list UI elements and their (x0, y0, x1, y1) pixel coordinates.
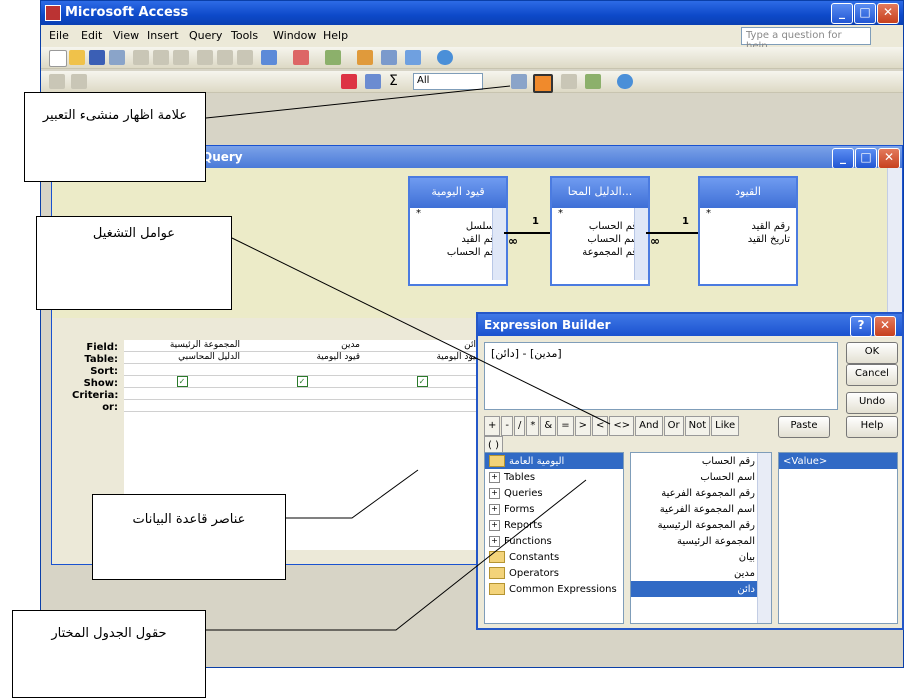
callout-builder-icon: علامة اظهار منشىء التعبير (24, 92, 206, 182)
callout-table-fields: حقول الجدول المختار (12, 610, 206, 698)
callout-db-elements: عناصر قاعدة البيانات (92, 494, 286, 580)
leader-line (231, 237, 611, 425)
leader-line (286, 469, 419, 519)
callout-operators: عوامل التشغيل (36, 216, 232, 310)
leader-line (205, 85, 511, 119)
